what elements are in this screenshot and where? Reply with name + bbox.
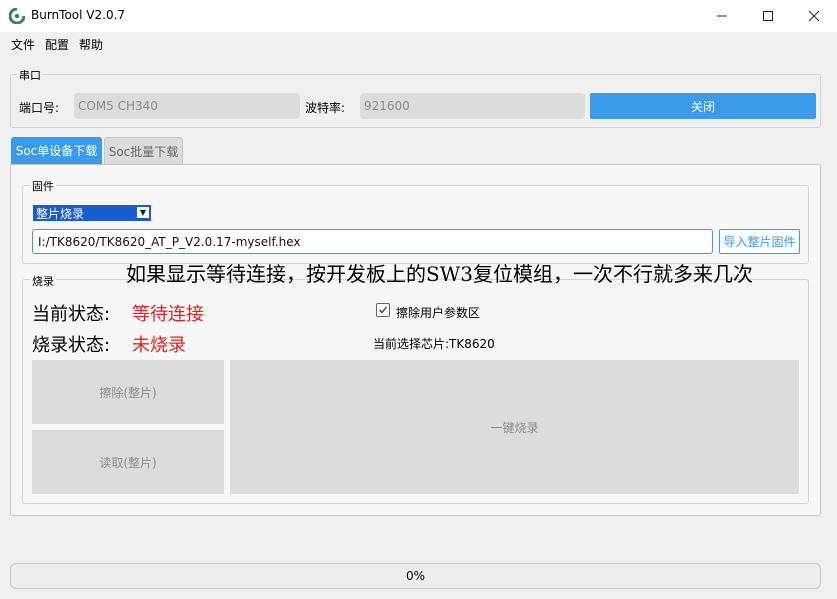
maximize-button[interactable] [745,0,791,32]
menu-help[interactable]: 帮助 [79,36,103,53]
firmware-path-input[interactable]: I:/TK8620/TK8620_AT_P_V2.0.17-myself.hex [32,229,713,254]
close-serial-button[interactable]: 关闭 [590,93,816,119]
progress-bar: 0% [10,563,821,589]
read-full-button[interactable]: 读取(整片) [32,430,224,494]
baud-select[interactable]: 921600 [360,93,585,119]
tab-soc-single[interactable]: Soc单设备下载 [11,137,102,164]
serial-group-title: 串口 [17,67,43,83]
burn-mode-value: 整片烧录 [36,206,85,221]
current-chip-label: 当前选择芯片:TK8620 [373,337,495,351]
burn-status-label: 烧录状态: [32,335,111,356]
firmware-path-value: I:/TK8620/TK8620_AT_P_V2.0.17-myself.hex [38,234,301,249]
menu-file[interactable]: 文件 [11,36,35,53]
erase-user-params-label: 擦除用户参数区 [396,306,481,320]
checkmark-icon [379,306,388,314]
burn-mode-select[interactable]: 整片烧录 ▼ [33,205,151,221]
port-label: 端口号: [19,101,60,115]
erase-full-button[interactable]: 擦除(整片) [32,360,224,424]
dropdown-arrow-icon: ▼ [137,207,149,218]
progress-text: 0% [405,569,426,583]
erase-user-params-checkbox[interactable] [376,303,390,317]
annotation-overlay-text: 如果显示等待连接，按开发板上的SW3复位模组，一次不行就多来几次 [126,262,753,286]
baud-label: 波特率: [305,101,346,115]
current-status-value: 等待连接 [132,304,204,325]
window-title: BurnTool V2.0.7 [31,8,126,22]
burn-group-title: 烧录 [30,273,56,289]
minimize-button[interactable] [699,0,745,32]
firmware-group-title: 固件 [30,178,56,194]
menu-bar [0,32,837,56]
app-logo-icon [8,7,26,25]
tab-soc-batch[interactable]: Soc批量下载 [104,137,183,164]
baud-value: 921600 [364,99,410,113]
menu-config[interactable]: 配置 [45,36,69,53]
port-value: COM5 CH340 [78,99,158,113]
import-firmware-button[interactable]: 导入整片固件 [719,229,800,254]
current-status-label: 当前状态: [32,304,111,325]
burn-status-value: 未烧录 [132,335,186,356]
port-select[interactable]: COM5 CH340 [74,93,300,119]
one-click-burn-button[interactable]: 一键烧录 [230,360,799,494]
close-window-button[interactable] [791,0,837,32]
